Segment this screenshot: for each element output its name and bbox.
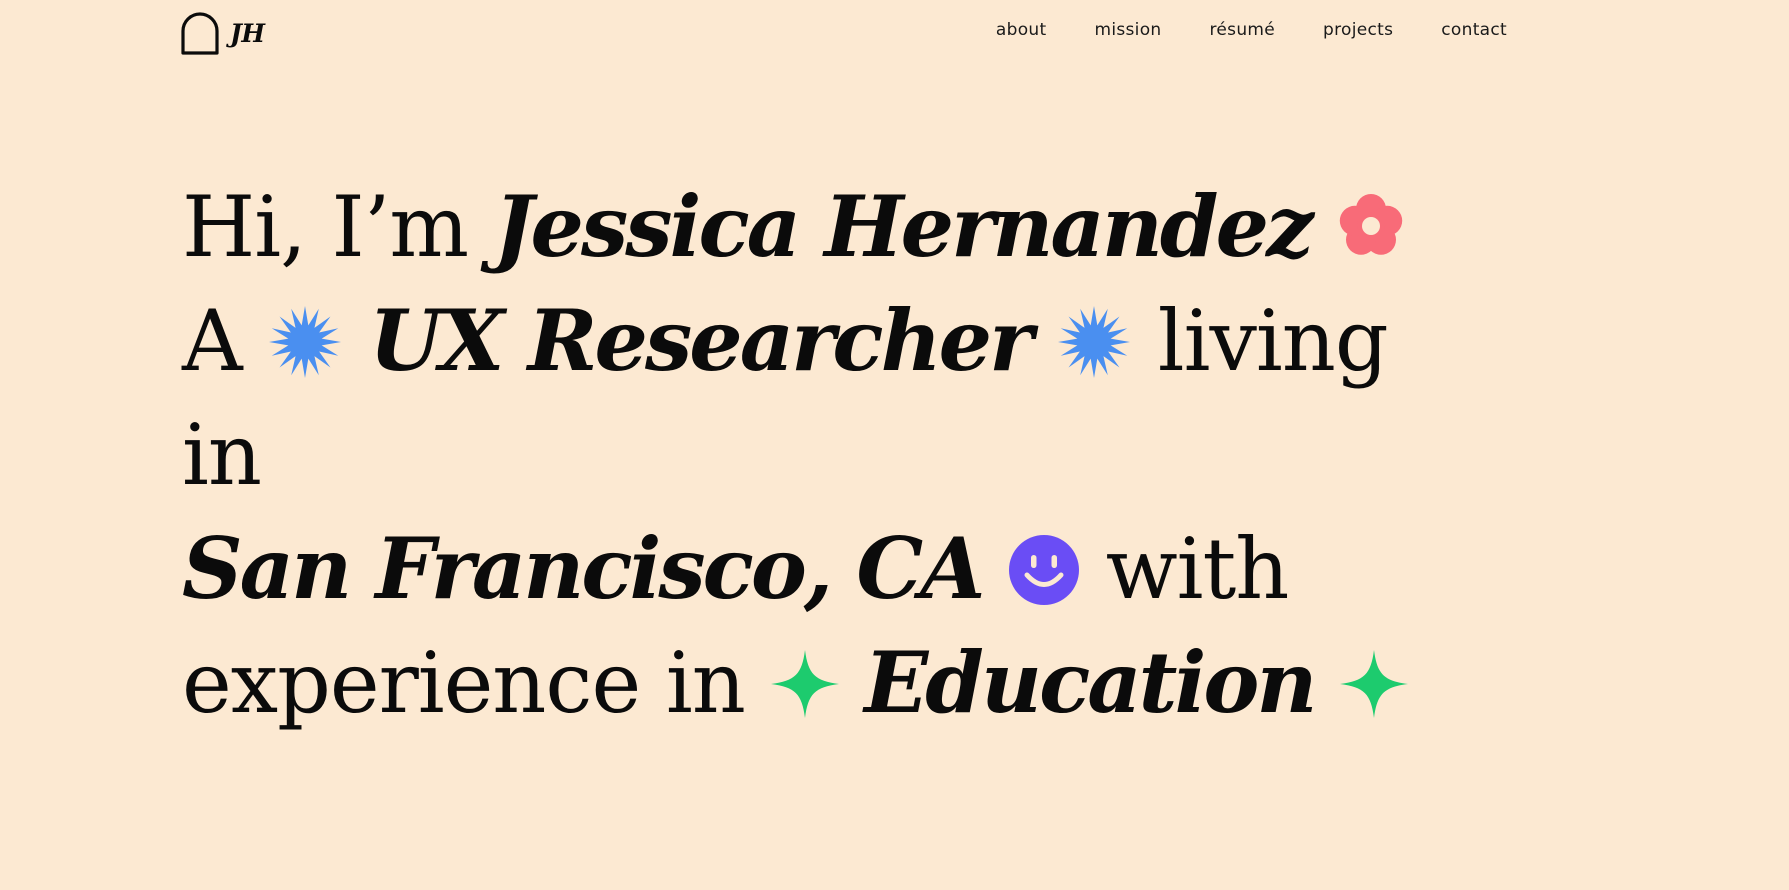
starburst-icon [1056, 304, 1132, 380]
hero-living-text: living [1157, 292, 1389, 390]
hero-intro-text: Hi, I’m [182, 178, 469, 276]
main-nav: about mission résumé projects contact [996, 20, 1507, 40]
hero-location: San Francisco, CA [182, 519, 985, 618]
flower-icon [1336, 191, 1406, 265]
sparkle-icon [1340, 650, 1409, 718]
hero-role: UX Researcher [369, 291, 1033, 390]
logo-link[interactable]: JH [180, 10, 265, 56]
starburst-icon [267, 304, 343, 380]
nav-link-resume[interactable]: résumé [1209, 20, 1275, 40]
hero-name: Jessica Hernandez [493, 177, 1314, 276]
nav-link-mission[interactable]: mission [1094, 20, 1161, 40]
hero-with-text: with [1105, 520, 1290, 618]
hero-heading: Hi, I’m Jessica Hernandez A UX Researche… [182, 170, 1602, 740]
top-navigation-bar: JH about mission résumé projects contact [0, 0, 1789, 66]
arch-logo-icon [181, 12, 219, 55]
nav-link-about[interactable]: about [996, 20, 1047, 40]
nav-link-contact[interactable]: contact [1441, 20, 1507, 40]
hero-line-3: in [182, 398, 1602, 512]
hero-experience-text: experience in [182, 634, 746, 732]
logo-initials: JH [230, 18, 265, 48]
hero-line-5: experience in Education [182, 626, 1602, 740]
hero-line-2: A UX Researcher living [182, 284, 1602, 398]
sparkle-icon [770, 650, 839, 718]
hero-line-4: San Francisco, CA with [182, 512, 1602, 626]
nav-link-projects[interactable]: projects [1323, 20, 1393, 40]
hero-field: Education [864, 633, 1317, 732]
hero-line-1: Hi, I’m Jessica Hernandez [182, 170, 1602, 284]
hero-in-text: in [182, 406, 262, 504]
hero-article-text: A [182, 292, 243, 390]
smiley-icon [1008, 534, 1080, 606]
